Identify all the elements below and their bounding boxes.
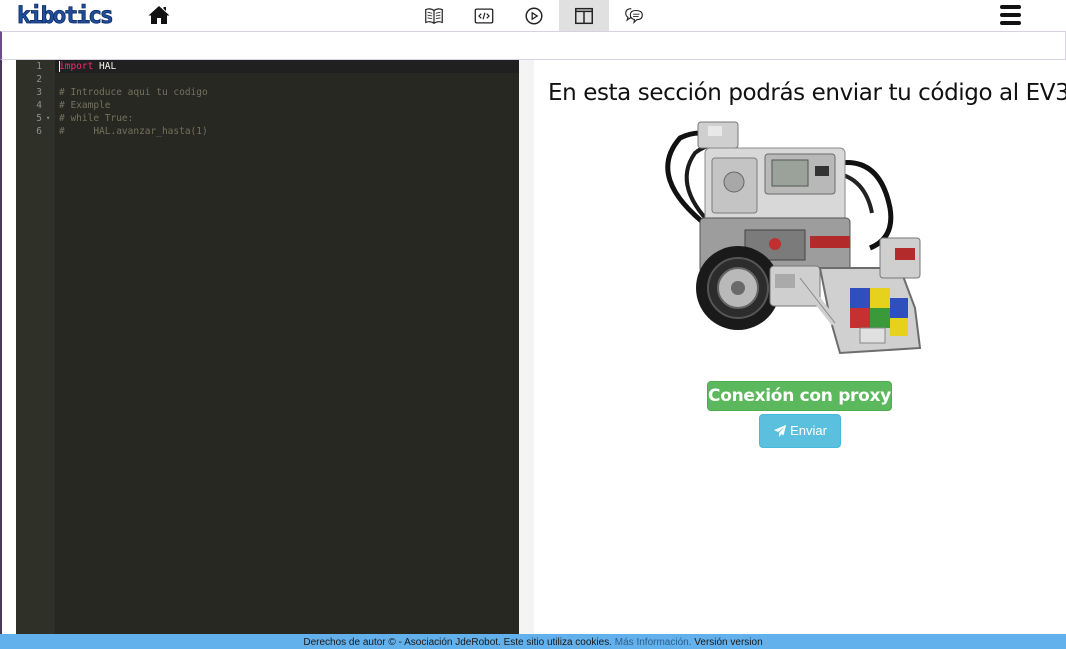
code-line-4[interactable]: # Example	[59, 99, 110, 112]
line-number: 1	[36, 61, 42, 72]
code-comment: # while True:	[59, 113, 134, 124]
footer: Derechos de autor © - Asociación JdeRobo…	[0, 634, 1066, 649]
top-navbar: kibotics kibotics	[0, 0, 1066, 31]
play-icon[interactable]	[509, 0, 559, 31]
line-number: 3	[36, 87, 42, 98]
paper-plane-icon	[773, 424, 787, 438]
code-comment: # Introduce aqui tu codigo	[59, 87, 208, 98]
chat-icon[interactable]	[609, 0, 659, 31]
menu-icon[interactable]	[1000, 4, 1022, 26]
code-line-1[interactable]: import HAL	[59, 60, 116, 73]
editor-gutter: 1 2 3 4 5 ▾ 6	[16, 60, 55, 634]
footer-version: Versión version	[691, 637, 763, 648]
more-info-link[interactable]: Más Información.	[615, 637, 692, 648]
ev3-robot-image	[650, 118, 950, 364]
line-number: 2	[36, 74, 42, 85]
code-line-6[interactable]: # HAL.avanzar_hasta(1)	[59, 125, 208, 138]
code-editor[interactable]: 1 2 3 4 5 ▾ 6 import HAL # Introduce aqu…	[16, 60, 519, 634]
svg-text:kibotics: kibotics	[17, 3, 112, 29]
proxy-connection-button[interactable]: Conexión con proxy	[707, 381, 892, 411]
active-line-highlight	[55, 60, 519, 73]
code-keyword: import	[59, 61, 94, 72]
code-line-3[interactable]: # Introduce aqui tu codigo	[59, 86, 208, 99]
code-text: HAL	[93, 61, 117, 72]
kibotics-logo[interactable]: kibotics kibotics	[16, 1, 114, 29]
code-line-5[interactable]: # while True:	[59, 112, 133, 125]
code-comment: # HAL.avanzar_hasta(1)	[59, 126, 208, 137]
code-icon[interactable]	[459, 0, 509, 31]
exercise-book-icon[interactable]	[409, 0, 459, 31]
fold-arrow-icon[interactable]: ▾	[46, 112, 50, 125]
panel-resize-handle[interactable]	[519, 60, 534, 634]
home-icon[interactable]	[147, 3, 171, 27]
line-number: 6	[36, 126, 42, 137]
left-edge-strip	[0, 60, 2, 634]
secondary-toolbar	[0, 31, 1066, 60]
split-view-icon[interactable]	[559, 0, 609, 31]
code-comment: # Example	[59, 100, 111, 111]
page-title: En esta sección podrás enviar tu código …	[548, 80, 1066, 106]
line-number: 4	[36, 100, 42, 111]
footer-copyright: Derechos de autor © - Asociación JdeRobo…	[303, 637, 615, 648]
send-button-label: Enviar	[790, 423, 827, 438]
send-button[interactable]: Enviar	[759, 414, 841, 448]
